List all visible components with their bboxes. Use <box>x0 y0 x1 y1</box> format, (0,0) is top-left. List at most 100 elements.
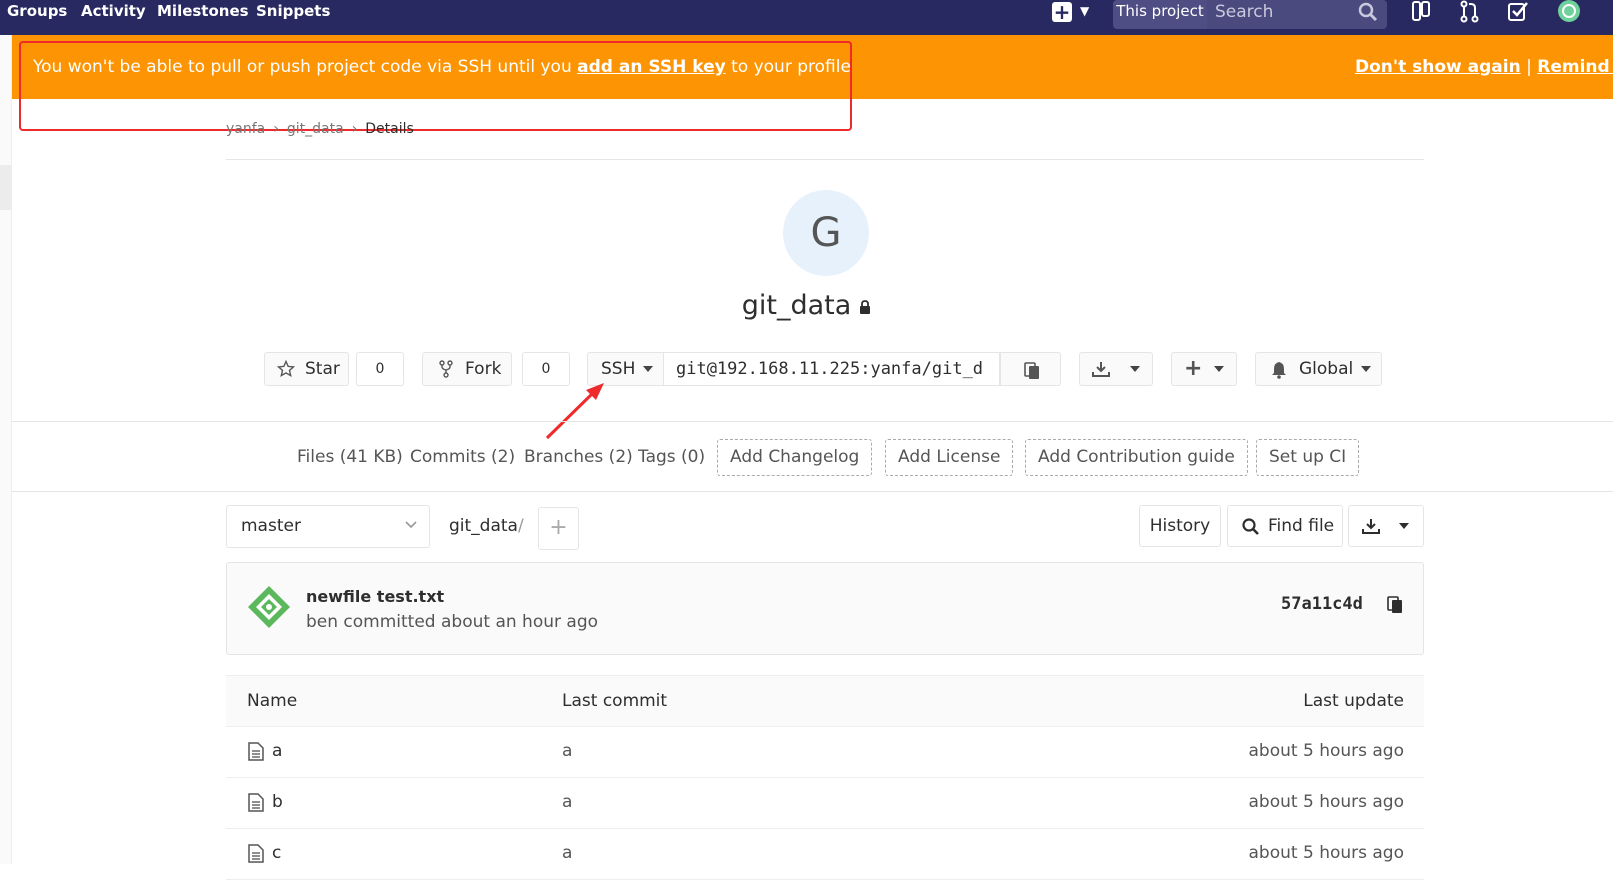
divider <box>226 159 1424 160</box>
file-last-commit[interactable]: a <box>562 792 572 812</box>
todo-icon[interactable] <box>1506 0 1530 24</box>
caret-down-icon <box>1361 366 1372 372</box>
dont-show-again-link[interactable]: Don't show again <box>1355 57 1521 77</box>
add-changelog-button[interactable]: Add Changelog <box>717 439 873 476</box>
clipboard-icon[interactable] <box>1386 594 1404 614</box>
divider <box>12 491 1613 492</box>
table-header: Name Last commit Last update <box>226 675 1424 727</box>
branch-select[interactable]: master <box>226 505 430 548</box>
file-name[interactable]: c <box>272 843 281 863</box>
download-dropdown[interactable] <box>1079 352 1153 386</box>
star-icon <box>277 360 295 378</box>
new-file-dropdown[interactable]: + <box>1171 352 1237 386</box>
clone-url-input[interactable]: git@192.168.11.225:yanfa/git_d <box>664 352 1000 386</box>
setup-ci-button[interactable]: Set up CI <box>1256 439 1360 476</box>
file-icon <box>248 843 264 863</box>
path-separator: / <box>518 516 524 536</box>
merge-request-icon[interactable] <box>1458 0 1482 24</box>
star-count[interactable]: 0 <box>356 352 404 386</box>
clipboard-icon <box>1024 362 1039 379</box>
download-icon <box>1362 519 1380 534</box>
add-to-tree-button[interactable]: + <box>538 507 579 550</box>
fork-label: Fork <box>465 359 502 379</box>
stat-branches[interactable]: Branches (2) <box>524 447 633 467</box>
nav-activity[interactable]: Activity <box>81 0 146 22</box>
user-avatar[interactable] <box>1556 0 1586 24</box>
divider <box>12 421 1613 422</box>
file-name-cell[interactable]: c <box>248 843 281 863</box>
star-button[interactable]: Star <box>264 352 349 386</box>
file-last-update: about 5 hours ago <box>1248 843 1404 863</box>
nav-groups[interactable]: Groups <box>7 0 67 22</box>
file-icon <box>248 741 264 761</box>
breadcrumb: yanfa › git_data › Details <box>226 121 414 137</box>
chevron-right-icon: › <box>273 121 279 137</box>
sidebar-active-item[interactable] <box>0 165 12 210</box>
commit-sha[interactable]: 57a11c4d <box>1281 594 1363 614</box>
stat-files[interactable]: Files (41 KB) <box>297 447 403 467</box>
project-avatar: G <box>783 190 869 276</box>
search-icon[interactable] <box>1357 1 1379 23</box>
table-row: a a about 5 hours ago <box>226 727 1424 778</box>
sidebar-edge <box>0 35 12 864</box>
add-license-button[interactable]: Add License <box>885 439 1014 476</box>
breadcrumb-project[interactable]: git_data <box>287 121 344 137</box>
project-title: git_data <box>0 290 1613 321</box>
star-label: Star <box>305 359 340 379</box>
top-navbar: Groups Activity Milestones Snippets + ▼ … <box>0 0 1613 35</box>
issues-icon[interactable] <box>1409 0 1433 24</box>
alert-separator: | <box>1520 57 1538 77</box>
breadcrumb-group[interactable]: yanfa <box>226 121 265 137</box>
file-last-commit[interactable]: a <box>562 741 572 761</box>
find-file-button[interactable]: Find file <box>1227 505 1343 547</box>
notification-label: Global <box>1299 359 1354 379</box>
column-last-commit: Last commit <box>562 691 668 711</box>
lock-icon <box>860 299 871 314</box>
chevron-down-icon[interactable]: ▼ <box>1080 4 1089 18</box>
search-icon <box>1242 518 1259 535</box>
file-last-commit[interactable]: a <box>562 843 572 863</box>
copy-url-button[interactable] <box>1000 352 1061 386</box>
annotation-arrow <box>545 383 604 440</box>
bell-icon <box>1272 362 1286 379</box>
alert-actions: Don't show again | Remind later <box>1355 57 1613 77</box>
repo-path[interactable]: git_data <box>449 516 518 536</box>
column-last-update: Last update <box>1303 691 1404 711</box>
commit-title[interactable]: newfile test.txt <box>306 587 444 606</box>
file-name-cell[interactable]: b <box>248 792 283 812</box>
fork-count[interactable]: 0 <box>522 352 570 386</box>
file-name[interactable]: b <box>272 792 283 812</box>
file-last-update: about 5 hours ago <box>1248 741 1404 761</box>
branch-name: master <box>241 516 301 536</box>
file-name-cell[interactable]: a <box>248 741 282 761</box>
caret-down-icon <box>643 366 654 372</box>
protocol-dropdown[interactable]: SSH <box>587 352 664 386</box>
project-name: git_data <box>741 290 852 321</box>
chevron-right-icon: › <box>351 121 358 137</box>
notification-dropdown[interactable]: Global <box>1255 352 1382 386</box>
file-last-update: about 5 hours ago <box>1248 792 1404 812</box>
caret-down-icon <box>1130 366 1140 372</box>
stat-tags[interactable]: Tags (0) <box>638 447 705 467</box>
download-icon <box>1092 362 1110 377</box>
table-row: b a about 5 hours ago <box>226 778 1424 829</box>
download-archive-dropdown[interactable] <box>1348 505 1424 547</box>
annotation-highlight-box <box>19 41 852 131</box>
fork-icon <box>439 360 453 378</box>
fork-button[interactable]: Fork <box>422 352 512 386</box>
add-contribution-button[interactable]: Add Contribution guide <box>1025 439 1248 476</box>
table-row: c a about 5 hours ago <box>226 829 1424 880</box>
committer-avatar[interactable] <box>247 585 291 629</box>
new-item-icon[interactable]: + <box>1052 2 1072 22</box>
remind-later-link[interactable]: Remind later <box>1537 57 1613 77</box>
breadcrumb-current[interactable]: Details <box>365 121 414 137</box>
stat-commits[interactable]: Commits (2) <box>410 447 515 467</box>
history-button[interactable]: History <box>1139 505 1221 547</box>
nav-snippets[interactable]: Snippets <box>256 0 330 22</box>
chevron-down-icon <box>405 521 417 529</box>
search-scope[interactable]: This project <box>1113 0 1207 29</box>
file-name[interactable]: a <box>272 741 282 761</box>
caret-down-icon <box>1399 523 1409 529</box>
nav-milestones[interactable]: Milestones <box>157 0 249 22</box>
column-name: Name <box>247 691 298 711</box>
